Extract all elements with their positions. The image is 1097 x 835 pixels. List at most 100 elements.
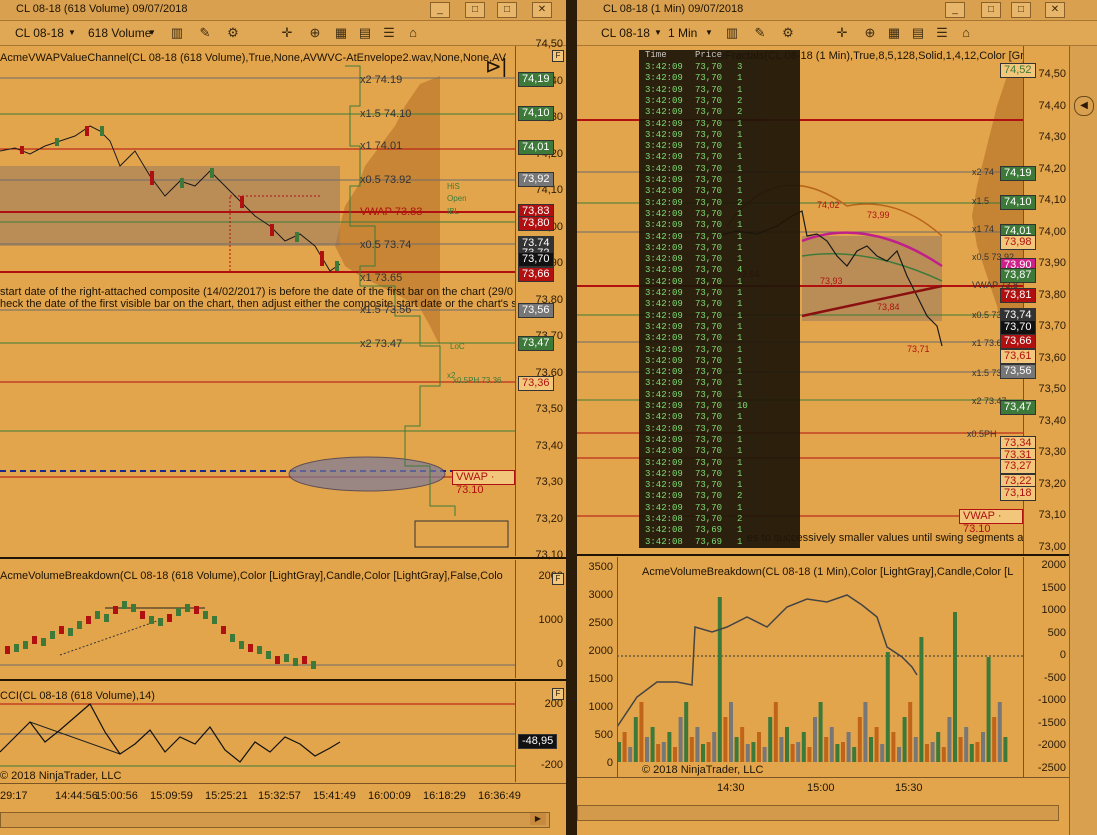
tns-row: 3:42:09 73,70 1: [645, 129, 743, 140]
tns-row: 3:42:09 73,70 1: [645, 446, 743, 457]
left-price-panel[interactable]: AcmeVWAPValueChannel(CL 08-18 (618 Volum…: [0, 46, 563, 556]
right-title-bar[interactable]: CL 08-18 (1 Min) 09/07/2018 _ □ □ ✕: [577, 0, 1097, 21]
indicator-icon[interactable]: ⌂: [404, 25, 422, 41]
chart-label: 73,84: [877, 302, 900, 312]
volume-bar: [841, 742, 845, 762]
side-label: LoC: [450, 342, 465, 351]
tns-row: 3:42:09 73,70 3: [645, 62, 743, 72]
right-time-axis[interactable]: 14:30 15:00 15:30: [577, 777, 1069, 802]
scroll-right-button[interactable]: ▶: [530, 813, 546, 825]
cci-float-button[interactable]: F: [552, 688, 564, 700]
volume-axis-label: 3500: [588, 561, 613, 573]
instrument-dropdown-icon[interactable]: ▼: [654, 25, 662, 41]
tns-row: 3:42:09 73,70 1: [645, 231, 743, 242]
left-main-float-button[interactable]: F: [552, 50, 564, 62]
properties-icon[interactable]: ☰: [380, 25, 398, 41]
right-horizontal-scrollbar[interactable]: [577, 805, 1059, 821]
side-label: x0.5PH 73.36: [453, 376, 502, 385]
left-horizontal-scrollbar[interactable]: [0, 812, 550, 828]
strategy-icon[interactable]: ⚙: [224, 25, 242, 41]
window-separator[interactable]: [566, 0, 577, 835]
cci-axis-label: -200: [540, 759, 563, 771]
pin-icon[interactable]: □: [465, 2, 485, 18]
volume-bar: [1003, 737, 1008, 762]
minimize-button[interactable]: _: [945, 2, 965, 18]
maximize-button[interactable]: □: [1011, 2, 1031, 18]
volume-bar: [919, 637, 924, 762]
volume-axis-label: 2500: [588, 617, 613, 629]
cci-label: CCI(CL 08-18 (618 Volume),14): [0, 690, 155, 702]
price-tag: 74,10: [1000, 195, 1036, 210]
side-label: IBL: [447, 207, 460, 216]
data-box-icon[interactable]: ▦: [332, 25, 350, 41]
volume-bar: [801, 732, 806, 762]
instrument-dropdown-icon[interactable]: ▼: [68, 25, 76, 41]
volume-bar: [925, 744, 929, 762]
close-button[interactable]: ✕: [532, 2, 552, 18]
back-nav-icon[interactable]: ◀: [1074, 96, 1094, 116]
right-volume-right-axis[interactable]: 2000 1500 1000 500 0 -500 -1000 -1500 -2000 -2500: [1023, 557, 1070, 777]
volume-axis-label: 500: [1047, 626, 1066, 639]
cci-current-value: -48,95: [518, 734, 558, 749]
series-dropdown-icon[interactable]: ▼: [148, 25, 156, 41]
instrument-selector[interactable]: CL 08-18: [601, 25, 650, 41]
crosshair-icon[interactable]: ✛: [278, 25, 296, 41]
chart-label: x1.5: [972, 196, 990, 206]
volume-float-button[interactable]: F: [552, 573, 564, 585]
price-axis-label: 73,10: [1038, 509, 1066, 521]
drawing-tool-icon[interactable]: ✎: [751, 25, 769, 41]
bar-type-icon[interactable]: ▥: [723, 25, 741, 41]
instrument-selector[interactable]: CL 08-18: [15, 25, 64, 41]
volume-bar: [981, 732, 985, 762]
volume-candle: [122, 601, 127, 609]
volume-bar: [835, 744, 840, 762]
indicator-icon[interactable]: ⌂: [957, 25, 975, 41]
close-button[interactable]: ✕: [1045, 2, 1065, 18]
properties-icon[interactable]: ☰: [933, 25, 951, 41]
price-axis-label: 73,70: [1038, 320, 1066, 332]
play-icon[interactable]: ⊳|: [485, 54, 507, 79]
series-dropdown-icon[interactable]: ▼: [705, 25, 713, 41]
left-copyright: © 2018 NinjaTrader, LLC: [0, 770, 122, 782]
price-axis-label: 74,10: [1038, 194, 1066, 206]
left-volume-panel[interactable]: AcmeVolumeBreakdown(CL 08-18 (618 Volume…: [0, 560, 515, 678]
left-price-axis[interactable]: 74,5074,4074,3074,2074,1074,0073,9073,80…: [515, 38, 566, 634]
right-price-axis[interactable]: 74,50 74,40 74,30 74,20 74,10 74,00 73,90 73,80…: [1000, 46, 1070, 554]
right-volume-panel[interactable]: AcmeVolumeBreakdown(CL 08-18 (1 Min),Col…: [617, 557, 1023, 777]
volume-bar: [986, 657, 991, 762]
price-tag: 73,92: [518, 172, 554, 187]
pin-icon[interactable]: □: [981, 2, 1001, 18]
data-box-icon[interactable]: ▦: [885, 25, 903, 41]
minimize-button[interactable]: _: [430, 2, 450, 18]
series-selector[interactable]: 618 Volume: [88, 25, 151, 41]
drawing-tool-icon[interactable]: ✎: [196, 25, 214, 41]
maximize-button[interactable]: □: [497, 2, 517, 18]
zoom-icon[interactable]: ⊕: [861, 25, 879, 41]
volume-candle: [41, 638, 46, 646]
price-axis-label: 73,40: [535, 439, 563, 452]
price-axis-label: 73,40: [1038, 414, 1066, 427]
strategy-icon[interactable]: ⚙: [779, 25, 797, 41]
left-time-axis[interactable]: 29:17 14:44:56 15:00:56 15:09:59 15:25:21 15:…: [0, 783, 566, 812]
left-title-bar[interactable]: CL 08-18 (618 Volume) 09/07/2018 _ □ □ ✕: [0, 0, 566, 21]
right-volume-left-axis[interactable]: 3500 3000 2500 2000 1500 1000 500 0: [577, 557, 618, 777]
time-axis-label: 16:18:29: [423, 790, 466, 802]
zoom-icon[interactable]: ⊕: [306, 25, 324, 41]
crosshair-icon[interactable]: ✛: [833, 25, 851, 41]
left-cci-panel[interactable]: CCI(CL 08-18 (618 Volume),14) © 2018 Nin…: [0, 682, 515, 782]
time-axis-label: 15:32:57: [258, 790, 301, 802]
chart-trader-icon[interactable]: ▤: [909, 25, 927, 41]
time-axis-label: 15:00: [807, 782, 835, 794]
time-axis-label: 15:30: [895, 782, 923, 794]
chart-trader-icon[interactable]: ▤: [356, 25, 374, 41]
bar-type-icon[interactable]: ▥: [168, 25, 186, 41]
time-and-sales-window[interactable]: Time Price 3:42:09 73,70 3 3:42:09 73,70 1 3:4…: [639, 50, 800, 548]
volume-bar: [891, 732, 896, 762]
volume-candle: [284, 654, 289, 662]
volume-bar: [673, 747, 677, 762]
series-selector[interactable]: 1 Min: [668, 25, 697, 41]
volume-axis-label: -2500: [1037, 761, 1066, 774]
volume-candle: [185, 604, 190, 612]
volume-bar: [829, 727, 834, 762]
chart-label: 73,71: [907, 344, 930, 354]
